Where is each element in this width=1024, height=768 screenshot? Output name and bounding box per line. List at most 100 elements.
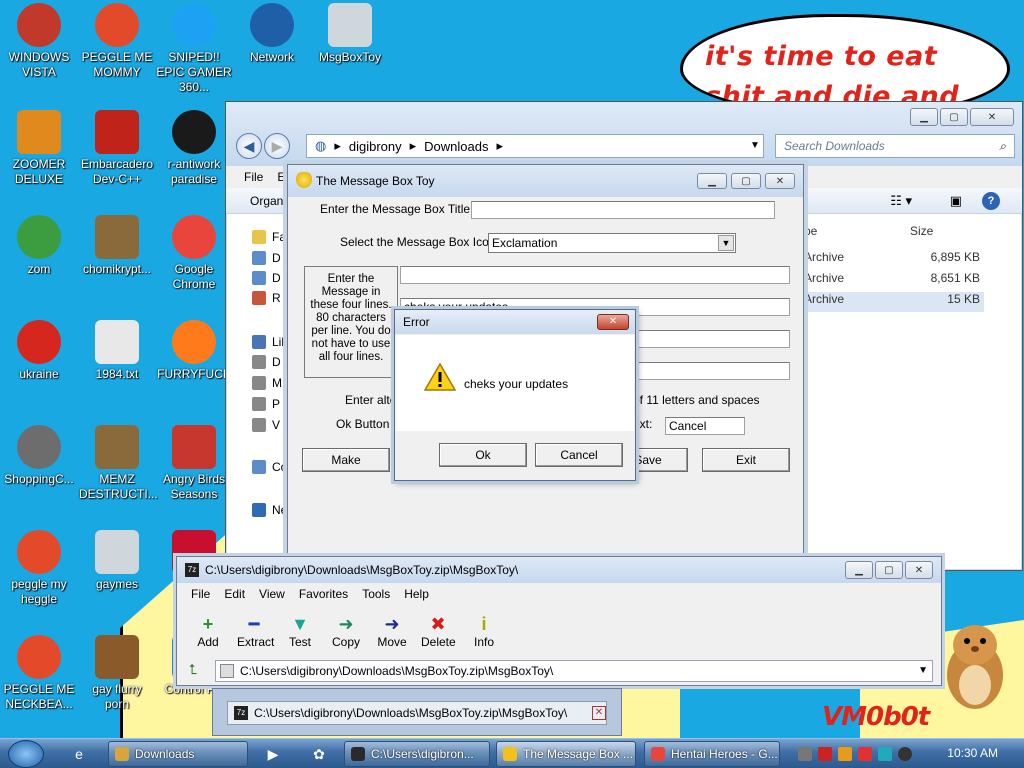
desktop-icon[interactable]: FURRYFUCK bbox=[156, 320, 232, 382]
desktop-icon[interactable]: Network bbox=[234, 3, 310, 65]
desktop-icon[interactable]: Angry Birds Seasons bbox=[156, 425, 232, 502]
start-button[interactable] bbox=[8, 740, 44, 768]
desktop-icon[interactable]: MsgBoxToy bbox=[312, 3, 388, 65]
file-row[interactable]: Archive 6,895 KB bbox=[804, 250, 984, 270]
tray-app-icon[interactable] bbox=[838, 747, 852, 761]
taskbar-item[interactable]: Hentai Heroes - G... bbox=[644, 741, 780, 767]
help-icon[interactable]: ? bbox=[982, 192, 1000, 210]
tool-move-button[interactable]: ➜ Move bbox=[375, 613, 409, 649]
desktop-icon[interactable]: peggle my heggle bbox=[1, 530, 77, 607]
cancel-text-input[interactable]: Cancel bbox=[665, 417, 745, 435]
back-button[interactable]: ◀ bbox=[236, 133, 262, 159]
minimize-button[interactable]: ▁ bbox=[845, 561, 873, 579]
desktop-icon[interactable]: Embarcadero Dev-C++ bbox=[79, 110, 155, 187]
desktop-icon[interactable]: SNIPED!! EPIC GAMER 360... bbox=[156, 3, 232, 95]
7zip-window[interactable]: 7z C:\Users\digibrony\Downloads\MsgBoxTo… bbox=[176, 556, 942, 686]
preview-pane-icon[interactable]: ▣ bbox=[950, 193, 962, 209]
maximize-button[interactable]: ▢ bbox=[940, 108, 968, 126]
desktop-icon[interactable]: PEGGLE ME MOMMY bbox=[79, 3, 155, 80]
title-input[interactable] bbox=[471, 201, 775, 219]
chevron-down-icon[interactable]: ▼ bbox=[918, 661, 928, 681]
ok-button[interactable]: Ok bbox=[439, 443, 527, 467]
tray-app-icon[interactable] bbox=[798, 747, 812, 761]
nav-pane-item[interactable]: Lib bbox=[252, 335, 288, 349]
chevron-down-icon[interactable]: ▼ bbox=[718, 235, 734, 251]
nav-pane-item[interactable]: M bbox=[252, 376, 282, 390]
forward-button[interactable]: ▶ bbox=[264, 133, 290, 159]
make-button[interactable]: Make bbox=[302, 448, 390, 472]
menu-item[interactable]: Tools bbox=[362, 587, 390, 601]
nav-pane-item[interactable]: Co bbox=[252, 460, 287, 474]
menu-item[interactable]: Help bbox=[404, 587, 429, 601]
nav-pane-item[interactable]: Ne bbox=[252, 503, 287, 517]
desktop-icon[interactable]: gaymes bbox=[79, 530, 155, 592]
menu-item[interactable]: File bbox=[191, 587, 210, 601]
desktop-icon[interactable]: PEGGLE ME NECKBEA... bbox=[1, 635, 77, 712]
address-dropdown-icon[interactable]: ▼ bbox=[746, 136, 764, 156]
desktop-icon[interactable]: ZOOMER DELUXE bbox=[1, 110, 77, 187]
taskbar-item[interactable]: Downloads bbox=[108, 741, 248, 767]
exit-button[interactable]: Exit bbox=[702, 448, 790, 472]
tool-delete-button[interactable]: ✖ Delete bbox=[421, 613, 456, 649]
taskbar-thumbnail-preview[interactable]: 7z C:\Users\digibrony\Downloads\MsgBoxTo… bbox=[212, 688, 622, 736]
tool-copy-button[interactable]: ➜ Copy bbox=[329, 613, 363, 649]
address-bar[interactable]: ◍ ▸ digibrony ▸ Downloads ▸ bbox=[306, 134, 764, 158]
desktop-icon[interactable]: WINDOWS VISTA bbox=[1, 3, 77, 80]
desktop-icon[interactable]: r-antiwork paradise bbox=[156, 110, 232, 187]
flag-icon[interactable] bbox=[858, 747, 872, 761]
close-icon[interactable]: ✕ bbox=[592, 706, 606, 720]
nav-pane-item[interactable]: D bbox=[252, 251, 281, 265]
maximize-button[interactable]: ▢ bbox=[731, 173, 761, 189]
close-button[interactable]: ✕ bbox=[597, 314, 629, 330]
search-input[interactable]: Search Downloads ⌕ bbox=[775, 134, 1015, 158]
paint-icon[interactable]: ✿ bbox=[304, 742, 334, 766]
menu-item[interactable]: Favorites bbox=[299, 587, 348, 601]
internet-explorer-icon[interactable]: e bbox=[64, 742, 94, 766]
organize-button[interactable]: Organi bbox=[250, 194, 286, 208]
error-dialog[interactable]: Error ✕ cheks your updates Ok Cancel bbox=[394, 309, 636, 481]
up-folder-icon[interactable]: ⮤ bbox=[189, 661, 197, 678]
maximize-button[interactable]: ▢ bbox=[875, 561, 903, 579]
breadcrumb-item[interactable]: digibrony bbox=[349, 139, 402, 154]
cancel-button[interactable]: Cancel bbox=[535, 443, 623, 467]
tool-add-button[interactable]: + Add bbox=[191, 613, 225, 649]
media-player-icon[interactable]: ▶ bbox=[258, 742, 288, 766]
column-size[interactable]: Size bbox=[910, 224, 933, 238]
nav-pane-item[interactable]: R bbox=[252, 291, 281, 305]
minimize-button[interactable]: ▁ bbox=[697, 173, 727, 189]
desktop-icon[interactable]: MEMZ DESTRUCTI... bbox=[79, 425, 158, 502]
nav-pane-item[interactable]: D bbox=[252, 271, 281, 285]
file-row[interactable]: Archive 15 KB bbox=[804, 292, 984, 312]
column-type[interactable]: pe bbox=[804, 224, 817, 238]
clock[interactable]: 10:30 AM bbox=[947, 746, 998, 760]
7zip-path-input[interactable]: C:\Users\digibrony\Downloads\MsgBoxToy.z… bbox=[215, 660, 933, 682]
message-line-1[interactable] bbox=[400, 266, 790, 284]
nav-pane-item[interactable]: Fav bbox=[252, 230, 292, 244]
file-row[interactable]: Archive 8,651 KB bbox=[804, 271, 984, 291]
tool-test-button[interactable]: ▼ Test bbox=[283, 613, 317, 649]
desktop-icon[interactable]: gay flurry porn bbox=[79, 635, 155, 712]
close-button[interactable]: ✕ bbox=[765, 173, 795, 189]
breadcrumb-item[interactable]: Downloads bbox=[424, 139, 488, 154]
menu-item[interactable]: Edit bbox=[224, 587, 245, 601]
nav-pane-item[interactable]: P bbox=[252, 397, 280, 411]
desktop-icon[interactable]: 1984.txt bbox=[79, 320, 155, 382]
desktop-icon[interactable]: Google Chrome bbox=[156, 215, 232, 292]
menu-file[interactable]: File bbox=[244, 170, 263, 184]
close-button[interactable]: ✕ bbox=[905, 561, 933, 579]
tool-info-button[interactable]: i Info bbox=[467, 613, 501, 649]
desktop-icon[interactable]: ukraine bbox=[1, 320, 77, 382]
menu-item[interactable]: View bbox=[259, 587, 285, 601]
taskbar-item[interactable]: C:\Users\digibron... bbox=[344, 741, 490, 767]
minimize-button[interactable]: ▁ bbox=[910, 108, 938, 126]
desktop-icon[interactable]: zom bbox=[1, 215, 77, 277]
network-tray-icon[interactable] bbox=[878, 747, 892, 761]
nav-pane-item[interactable]: D bbox=[252, 355, 281, 369]
close-button[interactable]: ✕ bbox=[970, 108, 1014, 126]
taskbar-item[interactable]: The Message Box ... bbox=[496, 741, 636, 767]
desktop-icon[interactable]: ShoppingC... bbox=[1, 425, 77, 487]
tray-app-icon[interactable] bbox=[818, 747, 832, 761]
icon-select[interactable]: Exclamation ▼ bbox=[488, 233, 736, 253]
tool-extract-button[interactable]: ━ Extract bbox=[237, 613, 274, 649]
volume-icon[interactable] bbox=[898, 747, 912, 761]
